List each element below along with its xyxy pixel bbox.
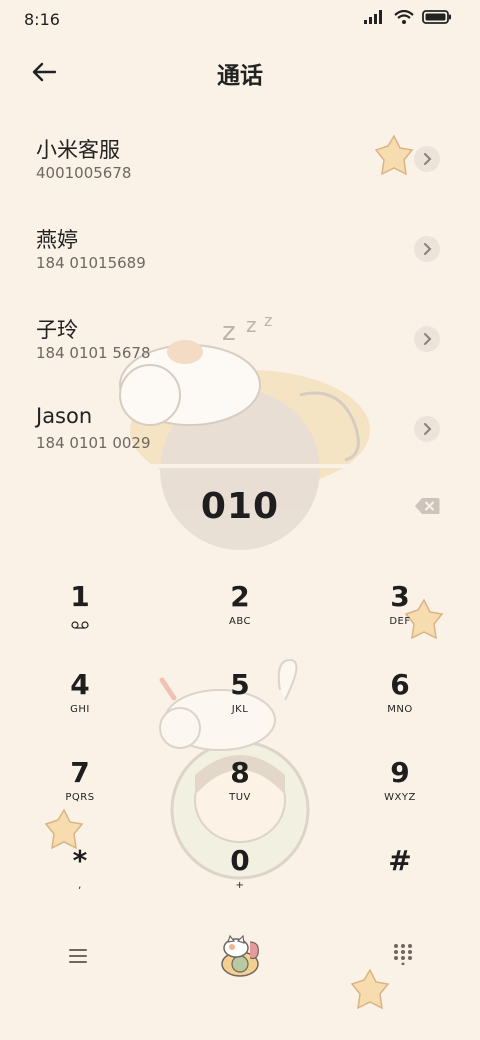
key-letters: WXYZ — [384, 792, 416, 803]
key-digit: 8 — [230, 756, 250, 789]
cat-dial-icon — [221, 934, 259, 977]
bottom-bar — [0, 926, 480, 986]
key-7[interactable]: 7 PQRS — [20, 756, 140, 826]
contact-details-button[interactable] — [414, 416, 440, 442]
wifi-icon — [394, 10, 414, 24]
status-icons — [364, 10, 452, 24]
chevron-right-icon — [424, 423, 432, 435]
key-letters: DEF — [389, 616, 411, 627]
backspace-button[interactable] — [414, 497, 440, 515]
key-digit: 5 — [230, 668, 250, 701]
contact-name: Jason — [36, 404, 93, 428]
call-button[interactable] — [216, 932, 264, 980]
chevron-right-icon — [424, 243, 432, 255]
key-5[interactable]: 5 JKL — [180, 668, 300, 738]
contact-details-button[interactable] — [414, 146, 440, 172]
key-digit: 9 — [390, 756, 410, 789]
chevron-right-icon — [424, 333, 432, 345]
chevron-right-icon — [424, 153, 432, 165]
key-letters: + — [235, 880, 245, 891]
contact-details-button[interactable] — [414, 326, 440, 352]
key-letters: GHI — [70, 704, 90, 715]
status-time: 8:16 — [24, 10, 60, 29]
key-letters: JKL — [231, 704, 249, 715]
dialpad-toggle-button[interactable] — [392, 943, 414, 966]
key-digit: * — [72, 844, 88, 877]
key-letters: TUV — [229, 792, 251, 803]
battery-icon — [422, 10, 451, 24]
key-digit: 2 — [230, 580, 250, 613]
contact-row[interactable]: 子玲 184 0101 5678 — [0, 302, 480, 392]
contact-row[interactable]: 小米客服 4001005678 — [0, 122, 480, 212]
key-letters: , — [78, 880, 82, 891]
key-letters: MNO — [387, 704, 413, 715]
signal-icon — [364, 10, 382, 24]
contact-number: 184 01015689 — [36, 254, 146, 272]
key-digit: 6 — [390, 668, 410, 701]
contact-name: 子玲 — [36, 318, 78, 342]
key-2[interactable]: 2 ABC — [180, 580, 300, 650]
key-digit: 1 — [70, 580, 90, 613]
backspace-icon — [415, 498, 440, 514]
contact-row[interactable]: 燕婷 184 01015689 — [0, 212, 480, 302]
key-digit: 7 — [70, 756, 90, 789]
page-title: 通话 — [217, 63, 263, 89]
key-6[interactable]: 6 MNO — [340, 668, 460, 738]
dialpad-icon — [394, 944, 412, 966]
contact-number: 184 0101 5678 — [36, 344, 151, 362]
key-0[interactable]: 0 + — [180, 844, 300, 914]
contact-details-button[interactable] — [414, 236, 440, 262]
contact-number: 4001005678 — [36, 164, 132, 182]
key-star[interactable]: * , — [20, 844, 140, 914]
key-digit: # — [388, 844, 412, 877]
menu-button[interactable] — [66, 944, 90, 968]
contact-row[interactable]: Jason 184 0101 0029 — [0, 392, 480, 482]
contact-results-list: 小米客服 4001005678 燕婷 184 01015689 子玲 184 0… — [0, 122, 480, 482]
key-4[interactable]: 4 GHI — [20, 668, 140, 738]
voicemail-icon — [71, 621, 89, 629]
key-hash[interactable]: # — [340, 844, 460, 914]
key-digit: 4 — [70, 668, 90, 701]
key-letters: ABC — [228, 616, 251, 627]
header: 通话 — [0, 48, 480, 92]
key-3[interactable]: 3 DEF — [340, 580, 460, 650]
dialed-number-display: 010 — [200, 486, 280, 527]
status-bar: 8:16 — [0, 0, 480, 40]
key-8[interactable]: 8 TUV — [180, 756, 300, 826]
contact-number: 184 0101 0029 — [36, 434, 151, 452]
key-letters: PQRS — [65, 792, 95, 803]
key-digit: 3 — [390, 580, 410, 613]
contact-name: 燕婷 — [36, 228, 78, 252]
contact-name: 小米客服 — [36, 138, 120, 162]
key-9[interactable]: 9 WXYZ — [340, 756, 460, 826]
key-digit: 0 — [230, 844, 250, 877]
key-1[interactable]: 1 — [20, 580, 140, 650]
menu-icon — [69, 949, 87, 963]
